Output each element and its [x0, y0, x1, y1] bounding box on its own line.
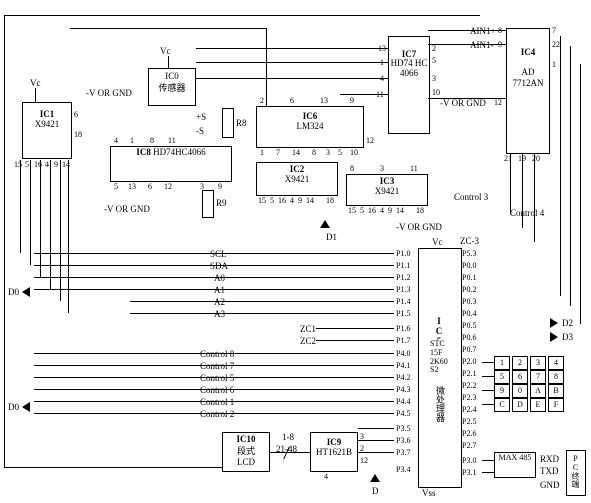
- ic8-box: IC8 HD74HC4066: [110, 146, 232, 182]
- ic8-minus: -S: [196, 126, 204, 136]
- ic8-part: HD74HC4066: [153, 147, 206, 157]
- r9-box: [202, 190, 214, 218]
- zc2: ZC2: [300, 336, 316, 346]
- a3: A3: [214, 309, 225, 319]
- key-8[interactable]: 8: [548, 370, 564, 384]
- ic3-part: X9421: [347, 186, 427, 196]
- ic1-name: IC1: [23, 109, 71, 119]
- key-7[interactable]: 7: [530, 370, 546, 384]
- ic9-box: IC9 HT1621B: [310, 432, 358, 472]
- a0: A0: [214, 273, 225, 283]
- ic2-name: IC2: [257, 164, 337, 174]
- ic6-name: IC6: [257, 111, 363, 121]
- gnd-io: GND: [540, 480, 560, 490]
- ic6-part: LM324: [257, 121, 363, 131]
- ic8-name: IC8: [136, 147, 151, 157]
- txd: TXD: [540, 466, 559, 476]
- ic10-name: IC10: [223, 434, 269, 444]
- ic3-name: IC3: [347, 176, 427, 186]
- key-e[interactable]: E: [530, 398, 546, 412]
- key-3[interactable]: 3: [530, 356, 546, 370]
- d-bot: D: [372, 486, 379, 496]
- key-a[interactable]: A: [530, 384, 546, 398]
- c6: Control 6: [200, 385, 234, 395]
- d1: D1: [326, 232, 337, 242]
- ic5-vss: Vss: [422, 488, 436, 498]
- r9: R9: [216, 198, 227, 208]
- ic0-box: IC0 传感器: [148, 68, 196, 106]
- key-4[interactable]: 4: [548, 356, 564, 370]
- d2: D2: [562, 318, 573, 328]
- zc1: ZC1: [300, 324, 316, 334]
- key-d[interactable]: D: [512, 398, 528, 412]
- ic0-sub: 传感器: [149, 81, 195, 94]
- ic8-gnd: -V OR GND: [104, 204, 150, 214]
- ic5-vc: Vc: [432, 237, 443, 247]
- a2: A2: [214, 297, 225, 307]
- zc3: ZC-3: [460, 236, 479, 246]
- key-f[interactable]: F: [548, 398, 564, 412]
- ic4-part: AD7712AN: [507, 67, 549, 89]
- c7: Control 7: [200, 361, 234, 371]
- ic9-bus1: 1-8: [282, 432, 294, 442]
- d0-b: D0: [8, 402, 19, 412]
- c2: Control 2: [200, 409, 234, 419]
- key-b[interactable]: B: [548, 384, 564, 398]
- r8: R8: [236, 118, 247, 128]
- pc: PC终端: [570, 454, 581, 488]
- circuit-diagram: IC1 X9421 Vc 6 18 15 5 16 4 9 14 IC0 传感器…: [0, 0, 591, 503]
- c4: Control 4: [510, 208, 544, 218]
- key-5[interactable]: 5: [494, 370, 510, 384]
- ic7-box: IC7 HD74 HC 4066: [388, 36, 430, 134]
- ic10-sub1: 段式: [223, 444, 269, 457]
- ic0-gnd: -V OR GND: [86, 88, 132, 98]
- ic3-box: IC3 X9421: [346, 174, 428, 206]
- ic1-vc: Vc: [30, 78, 41, 88]
- ic1-part: X9421: [23, 119, 71, 129]
- ic2-box: IC2 X9421: [256, 162, 338, 196]
- c5: Control 5: [200, 373, 234, 383]
- a1: A1: [214, 285, 225, 295]
- d0-l: D0: [8, 287, 19, 297]
- ic7-part: HD74 HC 4066: [389, 59, 429, 79]
- ic5-sub: 微处理器: [434, 386, 447, 422]
- sda: SDA: [210, 261, 228, 271]
- ic8-plus: +S: [196, 112, 206, 122]
- rxd: RXD: [540, 454, 559, 464]
- ic6-box: IC6 LM324: [256, 106, 364, 148]
- key-c[interactable]: C: [494, 398, 510, 412]
- max485: MAX 485: [495, 454, 535, 463]
- ic10-box: IC10 段式 LCD: [222, 432, 270, 472]
- scl: SCL: [210, 249, 227, 259]
- ic9-name: IC9: [311, 437, 357, 447]
- r8-box: [222, 108, 234, 138]
- ic4-name: IC4: [507, 47, 549, 57]
- max485-box: MAX 485: [494, 452, 536, 478]
- c3: Control 3: [454, 192, 488, 202]
- key-2[interactable]: 2: [512, 356, 528, 370]
- key-6[interactable]: 6: [512, 370, 528, 384]
- key-1[interactable]: 1: [494, 356, 510, 370]
- c8: Control 8: [200, 349, 234, 359]
- c1: Control 1: [200, 397, 234, 407]
- d1-sym: [320, 220, 330, 228]
- key-0[interactable]: 0: [512, 384, 528, 398]
- key-9[interactable]: 9: [494, 384, 510, 398]
- ic3-gnd: -V OR GND: [396, 222, 442, 232]
- ic9-part: HT1621B: [311, 447, 357, 457]
- ic0-vc: Vc: [160, 46, 171, 56]
- ic10-sub2: LCD: [223, 457, 269, 467]
- ic2-part: X9421: [257, 174, 337, 184]
- d3: D3: [562, 332, 573, 342]
- ic4-box: IC4 AD7712AN: [506, 28, 550, 154]
- ic0-name: IC0: [149, 71, 195, 81]
- ic1-box: IC1 X9421: [22, 102, 72, 159]
